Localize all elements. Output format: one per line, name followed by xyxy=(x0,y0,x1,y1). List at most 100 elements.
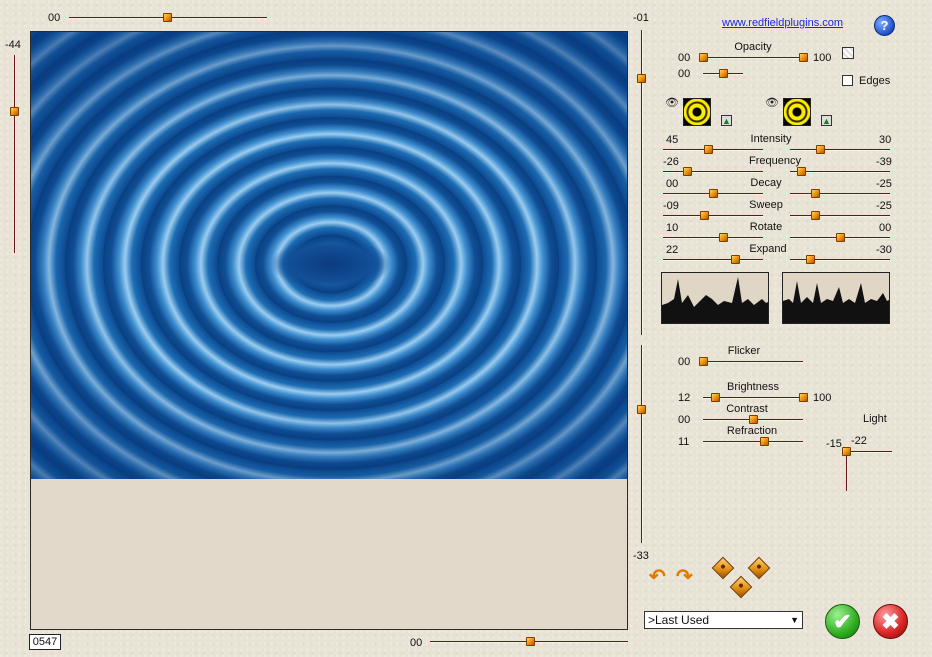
brightness-slider-left-knob[interactable] xyxy=(711,393,720,402)
sweep-right-track[interactable] xyxy=(790,215,890,216)
expand-left-knob[interactable] xyxy=(731,255,740,264)
random-dice-icon-1[interactable] xyxy=(711,556,735,580)
flicker-slider-knob[interactable] xyxy=(699,357,708,366)
decay-left-knob[interactable] xyxy=(709,189,718,198)
brightness-slider-right-knob[interactable] xyxy=(799,393,808,402)
decay-right-knob[interactable] xyxy=(811,189,820,198)
sweep-left-value: -09 xyxy=(663,200,679,212)
frequency-left-knob[interactable] xyxy=(683,167,692,176)
preview-canvas[interactable] xyxy=(30,31,628,630)
ripple-preview-image xyxy=(31,32,627,479)
light-position-knob[interactable] xyxy=(842,447,851,456)
refraction-slider-knob[interactable] xyxy=(760,437,769,446)
preset-dropdown-value: >Last Used xyxy=(648,613,710,627)
opacity-second-value: 00 xyxy=(678,68,691,80)
sweep-right-knob[interactable] xyxy=(811,211,820,220)
left-slider-value: -44 xyxy=(5,39,21,51)
expand-right-knob[interactable] xyxy=(806,255,815,264)
frequency-left-track[interactable] xyxy=(663,171,763,172)
sweep-left-knob[interactable] xyxy=(700,211,709,220)
opacity-label: Opacity xyxy=(734,41,772,53)
intensity-right-value: 30 xyxy=(879,134,892,146)
checkmark-icon: ✔ xyxy=(833,609,852,634)
wave-profile-right-graph xyxy=(782,272,890,324)
light-label: Light xyxy=(863,413,887,425)
intensity-left-track[interactable] xyxy=(663,149,763,150)
close-icon: ✖ xyxy=(881,609,900,634)
random-dice-icon-2[interactable] xyxy=(747,556,771,580)
wave-source-right-icon[interactable] xyxy=(783,98,811,126)
rotate-left-value: 10 xyxy=(666,222,679,234)
random-dice-icon-3[interactable] xyxy=(729,575,753,599)
wave-source-left-icon[interactable] xyxy=(683,98,711,126)
expand-left-track[interactable] xyxy=(663,259,763,260)
frequency-left-value: -26 xyxy=(663,156,679,168)
left-slider-track[interactable] xyxy=(14,55,15,253)
divider-slider-bottom-value: -33 xyxy=(633,550,649,562)
rotate-label: Rotate xyxy=(749,221,783,233)
frame-counter: 0547 xyxy=(29,634,61,650)
flicker-value: 00 xyxy=(678,356,691,368)
preset-dropdown[interactable]: >Last Used ▼ xyxy=(644,611,803,629)
opacity-left-value: 00 xyxy=(678,52,691,64)
rotate-left-knob[interactable] xyxy=(719,233,728,242)
refraction-label: Refraction xyxy=(726,425,778,437)
wave-profile-left-plot xyxy=(662,273,768,323)
brightness-left-value: 12 xyxy=(678,392,691,404)
top-slider-value: 00 xyxy=(48,12,61,24)
rotate-right-knob[interactable] xyxy=(836,233,845,242)
contrast-value: 00 xyxy=(678,414,691,426)
intensity-right-track[interactable] xyxy=(790,149,890,150)
flicker-slider-track[interactable] xyxy=(703,361,803,362)
opacity-slider-right-knob[interactable] xyxy=(799,53,808,62)
cancel-button[interactable]: ✖ xyxy=(873,604,908,639)
decay-left-value: 00 xyxy=(666,178,679,190)
decay-right-track[interactable] xyxy=(790,193,890,194)
decay-right-value: -25 xyxy=(876,178,892,190)
decay-label: Decay xyxy=(750,177,782,189)
sweep-left-track[interactable] xyxy=(663,215,763,216)
intensity-left-value: 45 xyxy=(666,134,679,146)
tree-icon-left[interactable]: ▲ xyxy=(721,115,732,126)
light-x-track[interactable] xyxy=(846,451,892,452)
transparency-icon[interactable] xyxy=(842,47,854,59)
expand-right-track[interactable] xyxy=(790,259,890,260)
divider-slider-knob-upper[interactable] xyxy=(637,74,646,83)
edges-checkbox[interactable] xyxy=(842,75,853,86)
bottom-slider-knob[interactable] xyxy=(526,637,535,646)
refraction-value: 11 xyxy=(678,436,690,448)
rotate-right-value: 00 xyxy=(879,222,892,234)
sweep-label: Sweep xyxy=(749,199,783,211)
help-icon[interactable]: ? xyxy=(874,15,895,36)
frequency-right-knob[interactable] xyxy=(797,167,806,176)
light-x-value: -15 xyxy=(826,438,842,450)
opacity-slider-track[interactable] xyxy=(703,57,805,58)
flicker-label: Flicker xyxy=(727,345,761,357)
expand-label: Expand xyxy=(749,243,787,255)
divider-slider-knob-lower[interactable] xyxy=(637,405,646,414)
tree-icon-right[interactable]: ▲ xyxy=(821,115,832,126)
contrast-slider-knob[interactable] xyxy=(749,415,758,424)
frequency-label: Frequency xyxy=(749,155,801,167)
wave-profile-right-plot xyxy=(783,273,889,323)
expand-left-value: 22 xyxy=(666,244,679,256)
light-y-track[interactable] xyxy=(846,451,847,491)
redo-arrow-icon[interactable]: ↷ xyxy=(676,567,693,587)
eye-icon-left[interactable]: 👁 xyxy=(665,96,679,109)
opacity-second-slider-knob[interactable] xyxy=(719,69,728,78)
eye-icon-right[interactable]: 👁 xyxy=(765,96,779,109)
brightness-right-value: 100 xyxy=(813,392,832,404)
divider-slider-track-lower[interactable] xyxy=(641,345,642,543)
top-slider-knob[interactable] xyxy=(163,13,172,22)
undo-arrow-icon[interactable]: ↶ xyxy=(649,567,666,587)
contrast-label: Contrast xyxy=(726,403,768,415)
website-link[interactable]: www.redfieldplugins.com xyxy=(722,17,843,29)
rotate-left-track[interactable] xyxy=(663,237,763,238)
ok-button[interactable]: ✔ xyxy=(825,604,860,639)
left-slider-knob[interactable] xyxy=(10,107,19,116)
intensity-right-knob[interactable] xyxy=(816,145,825,154)
intensity-left-knob[interactable] xyxy=(704,145,713,154)
wave-profile-left-graph xyxy=(661,272,769,324)
refraction-slider-track[interactable] xyxy=(703,441,803,442)
opacity-slider-left-knob[interactable] xyxy=(699,53,708,62)
